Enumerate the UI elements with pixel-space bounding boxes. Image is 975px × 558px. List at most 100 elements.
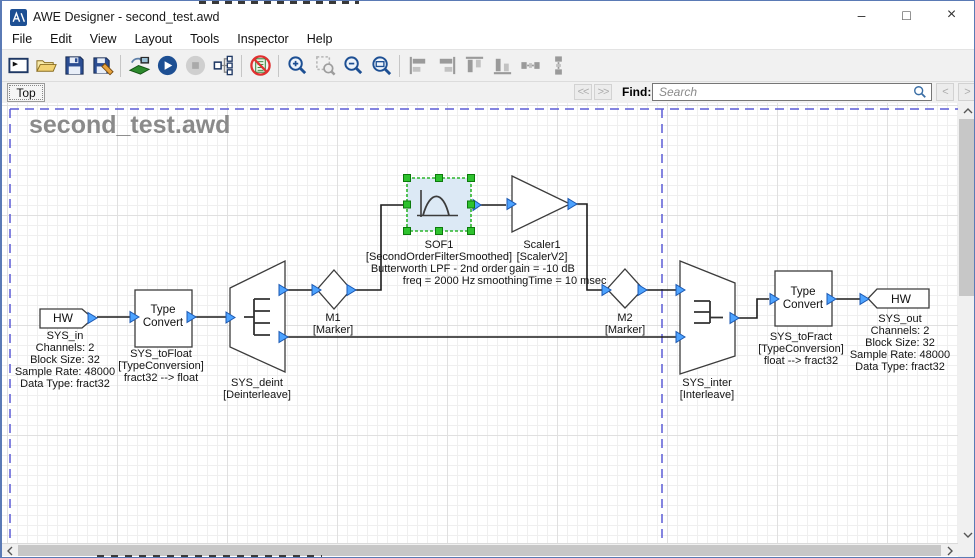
search-input[interactable] bbox=[652, 83, 932, 101]
save-as-button[interactable] bbox=[88, 52, 116, 80]
search-icon[interactable] bbox=[913, 85, 927, 99]
scroll-left-button[interactable] bbox=[2, 544, 18, 557]
find-next-all-button[interactable]: >> bbox=[594, 84, 612, 100]
menu-file[interactable]: File bbox=[3, 30, 41, 48]
align-top-icon bbox=[463, 54, 486, 77]
maximize-button[interactable]: □ bbox=[884, 1, 929, 29]
menu-help[interactable]: Help bbox=[298, 30, 342, 48]
connect-target-button[interactable] bbox=[125, 52, 153, 80]
menu-tools[interactable]: Tools bbox=[181, 30, 228, 48]
zoom-in-icon bbox=[286, 54, 309, 77]
block-m1[interactable] bbox=[317, 270, 351, 309]
menu-edit[interactable]: Edit bbox=[41, 30, 81, 48]
save-button[interactable] bbox=[60, 52, 88, 80]
stop-icon bbox=[184, 54, 207, 77]
align-bottom-icon bbox=[491, 54, 514, 77]
zoom-selection-icon bbox=[314, 54, 337, 77]
zoom-fit-icon bbox=[370, 54, 393, 77]
align-right-icon bbox=[435, 54, 458, 77]
run-button[interactable] bbox=[153, 52, 181, 80]
app-logo-icon bbox=[10, 9, 27, 26]
new-design-button[interactable] bbox=[4, 52, 32, 80]
type-convert-label: Convert bbox=[783, 299, 824, 311]
selection-handle[interactable] bbox=[468, 228, 475, 235]
selection-handle[interactable] bbox=[468, 175, 475, 182]
port[interactable] bbox=[88, 313, 97, 324]
find-prev-all-button[interactable]: << bbox=[574, 84, 592, 100]
selection-handle[interactable] bbox=[468, 201, 475, 208]
tab-top[interactable]: Top bbox=[7, 83, 45, 102]
menu-inspector[interactable]: Inspector bbox=[228, 30, 297, 48]
zoom-in-button[interactable] bbox=[283, 52, 311, 80]
menu-layout[interactable]: Layout bbox=[126, 30, 182, 48]
annotation-sys-deint: SYS_deint [Deinterleave] bbox=[194, 377, 320, 401]
toolbar-separator bbox=[120, 55, 121, 77]
distribute-vertical-icon bbox=[547, 54, 570, 77]
app-window: AWE Designer - second_test.awd – □ × Fil… bbox=[0, 0, 975, 558]
block-scaler1[interactable] bbox=[512, 176, 570, 232]
type-convert-label: Type bbox=[791, 286, 816, 298]
wire[interactable] bbox=[738, 299, 769, 318]
hw-in-label: HW bbox=[53, 311, 74, 325]
distribute-vertical-button[interactable] bbox=[544, 52, 572, 80]
zoom-out-button[interactable] bbox=[339, 52, 367, 80]
vertical-scrollbar[interactable] bbox=[958, 103, 975, 543]
type-convert-label: Type bbox=[151, 304, 176, 316]
scrollbar-corner bbox=[958, 543, 975, 558]
play-icon bbox=[156, 54, 179, 77]
selection-handle[interactable] bbox=[404, 201, 411, 208]
propagate-changes-button[interactable] bbox=[209, 52, 237, 80]
zoom-selection-button[interactable] bbox=[311, 52, 339, 80]
search-box bbox=[652, 83, 932, 101]
design-canvas[interactable]: second_test.awd bbox=[2, 103, 958, 543]
find-prev-button[interactable]: < bbox=[936, 83, 954, 101]
port[interactable] bbox=[568, 199, 577, 210]
zoom-out-icon bbox=[342, 54, 365, 77]
selection-handle[interactable] bbox=[436, 228, 443, 235]
toolbar bbox=[2, 49, 974, 82]
zoom-fit-button[interactable] bbox=[367, 52, 395, 80]
align-left-icon bbox=[407, 54, 430, 77]
type-convert-label: Convert bbox=[143, 317, 184, 329]
find-next-button[interactable]: > bbox=[958, 83, 975, 101]
scroll-right-button[interactable] bbox=[942, 544, 958, 557]
chevron-down-icon bbox=[963, 532, 973, 538]
open-file-button[interactable] bbox=[32, 52, 60, 80]
align-bottom-button[interactable] bbox=[488, 52, 516, 80]
stop-button[interactable] bbox=[181, 52, 209, 80]
annotation-m2: M2 [Marker] bbox=[562, 312, 688, 336]
align-top-button[interactable] bbox=[460, 52, 488, 80]
vertical-scroll-thumb[interactable] bbox=[959, 119, 975, 296]
menu-view[interactable]: View bbox=[81, 30, 126, 48]
port[interactable] bbox=[638, 285, 647, 296]
scroll-down-button[interactable] bbox=[958, 527, 975, 543]
menu-bar: File Edit View Layout Tools Inspector He… bbox=[2, 29, 974, 49]
toolbar-separator bbox=[399, 55, 400, 77]
block-sys-inter[interactable] bbox=[680, 261, 735, 374]
distribute-horizontal-button[interactable] bbox=[516, 52, 544, 80]
annotation-scaler1: Scaler1 [ScalerV2] gain = -10 dB smoothi… bbox=[452, 239, 632, 287]
chevron-right-icon bbox=[947, 546, 953, 556]
open-folder-icon bbox=[35, 54, 58, 77]
annotation-sys-out: SYS_out Channels: 2 Block Size: 32 Sampl… bbox=[837, 313, 958, 373]
scroll-up-button[interactable] bbox=[958, 103, 975, 119]
window-title: AWE Designer - second_test.awd bbox=[33, 10, 219, 24]
align-left-button[interactable] bbox=[404, 52, 432, 80]
new-design-icon bbox=[7, 54, 30, 77]
selection-handle[interactable] bbox=[404, 175, 411, 182]
minimize-button[interactable]: – bbox=[839, 1, 884, 29]
block-sof1[interactable] bbox=[404, 175, 482, 235]
selection-handle[interactable] bbox=[436, 175, 443, 182]
hardware-mute-button[interactable] bbox=[246, 52, 274, 80]
title-bar: AWE Designer - second_test.awd – □ × bbox=[2, 1, 974, 29]
clipped-text-fragment-top bbox=[199, 1, 359, 4]
propagate-changes-icon bbox=[212, 54, 235, 77]
port[interactable] bbox=[860, 294, 869, 305]
no-audio-icon bbox=[249, 54, 272, 77]
close-button[interactable]: × bbox=[929, 1, 974, 29]
selection-handle[interactable] bbox=[404, 228, 411, 235]
align-right-button[interactable] bbox=[432, 52, 460, 80]
annotation-m1: M1 [Marker] bbox=[270, 312, 396, 336]
toolbar-separator bbox=[241, 55, 242, 77]
save-as-icon bbox=[91, 54, 114, 77]
